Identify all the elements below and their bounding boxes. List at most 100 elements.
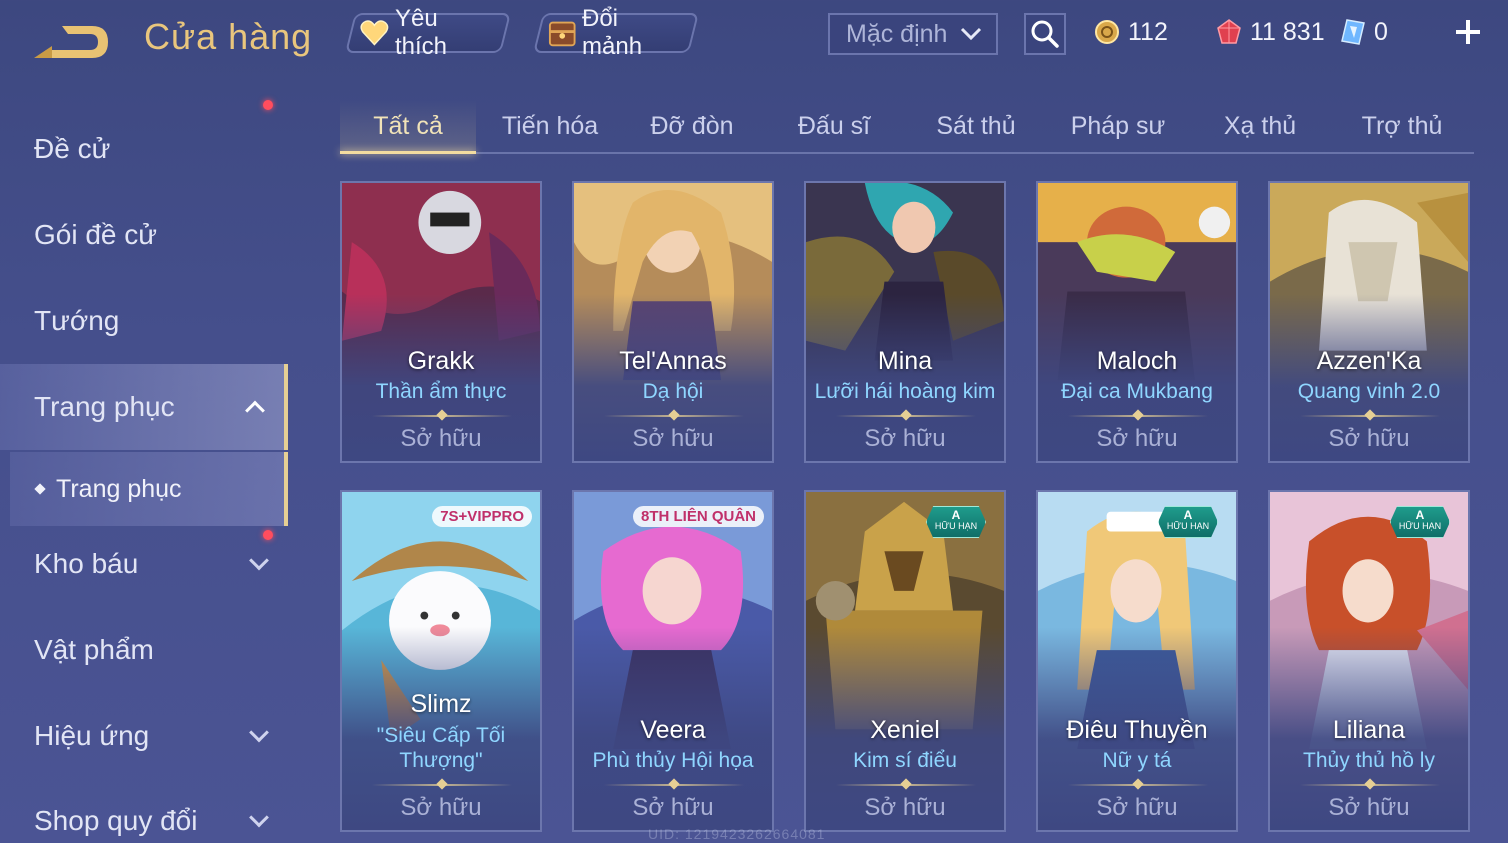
token-balance: 0 (1340, 14, 1388, 50)
exchange-shards-button[interactable]: Đổi mảnh (533, 5, 699, 60)
add-currency-button[interactable] (1450, 12, 1486, 52)
skin-card[interactable]: A HỮU HẠN Liliana Thủy thủ hồ ly Sở hữu (1268, 490, 1470, 832)
sidebar-item-recommended[interactable]: Đề cử (0, 114, 288, 184)
owned-status: Sở hữu (1328, 425, 1410, 452)
hero-name: Điêu Thuyền (1066, 716, 1208, 744)
sidebar-item-label: Vật phẩm (34, 634, 154, 665)
skin-name: Thủy thủ hồ ly (1303, 749, 1435, 772)
back-button[interactable] (32, 20, 112, 64)
sidebar-item-treasure[interactable]: Kho báu (0, 529, 288, 599)
sidebar-item-label: Đề cử (34, 133, 111, 164)
chevron-down-icon (249, 807, 269, 828)
hero-name: Tel'Annas (619, 347, 727, 375)
sidebar-item-recommended-packs[interactable]: Gói đề cử (0, 100, 288, 270)
sidebar-item-heroes[interactable]: Tướng (0, 286, 288, 356)
ruby-balance: 11 831 (1216, 14, 1325, 50)
sidebar-subitem-label: Trang phục (56, 474, 182, 503)
limited-badge: A HỮU HẠN (1158, 506, 1218, 538)
tab-all[interactable]: Tất cả (340, 100, 476, 154)
divider (1068, 415, 1208, 417)
skin-card[interactable]: Azzen'Ka Quang vinh 2.0 Sở hữu (1268, 181, 1470, 463)
owned-status: Sở hữu (400, 425, 482, 452)
event-tag: 8TH LIÊN QUÂN (632, 506, 764, 527)
tab-evolution[interactable]: Tiến hóa (482, 100, 618, 152)
sidebar-item-effects[interactable]: Hiệu ứng (0, 701, 288, 771)
sort-value: Mặc định (846, 19, 948, 48)
sidebar-item-label: Shop quy đổi (34, 805, 198, 836)
divider (1300, 784, 1440, 786)
sidebar-item-label: Tướng (34, 305, 120, 336)
hero-name: Maloch (1096, 347, 1178, 375)
sidebar-item-label: Trang phục (34, 391, 175, 422)
skin-card[interactable]: Tel'Annas Dạ hội Sở hữu (572, 181, 774, 463)
skin-name: Nữ y tá (1102, 749, 1172, 772)
tab-mage[interactable]: Pháp sư (1050, 100, 1186, 152)
skin-card[interactable]: Mina Lưỡi hái hoàng kim Sở hữu (804, 181, 1006, 463)
skin-card[interactable]: 8TH LIÊN QUÂN Veera Phù thủy Hội họa Sở … (572, 490, 774, 832)
skin-card[interactable]: A HỮU HẠN Xeniel Kim sí điểu Sở hữu (804, 490, 1006, 832)
gold-balance: 112 (1094, 14, 1168, 50)
search-icon (1031, 20, 1059, 48)
owned-status: Sở hữu (1096, 794, 1178, 821)
skin-card[interactable]: 7S+VIPPRO Slimz "Siêu Cấp Tối Thượng" Sở… (340, 490, 542, 832)
skin-name: Dạ hội (642, 380, 704, 403)
ruby-gem-icon (1217, 19, 1241, 44)
skin-card[interactable]: Grakk Thần ẩm thực Sở hữu (340, 181, 542, 463)
owned-status: Sở hữu (864, 425, 946, 452)
gold-amount: 112 (1128, 17, 1168, 46)
sidebar-item-label: Hiệu ứng (34, 720, 150, 751)
sidebar-item-skins[interactable]: Trang phục (0, 364, 288, 450)
skin-card[interactable]: A HỮU HẠN Điêu Thuyền Nữ y tá Sở hữu (1036, 490, 1238, 832)
owned-status: Sở hữu (1328, 794, 1410, 821)
hero-name: Slimz (410, 690, 472, 718)
event-tag: 7S+VIPPRO (432, 506, 532, 527)
sidebar-item-items[interactable]: Vật phẩm (0, 615, 288, 685)
tab-fighter[interactable]: Đấu sĩ (766, 100, 902, 152)
search-button[interactable] (1024, 13, 1066, 55)
hero-name: Xeniel (870, 716, 940, 744)
hero-name: Mina (877, 347, 933, 375)
owned-status: Sở hữu (1096, 425, 1178, 452)
divider (604, 415, 744, 417)
treasure-chest-icon (548, 21, 576, 47)
sort-dropdown[interactable]: Mặc định (828, 13, 998, 55)
bullet-diamond-icon (34, 483, 46, 495)
owned-status: Sở hữu (632, 425, 714, 452)
tab-tank[interactable]: Đỡ đòn (624, 100, 760, 152)
sidebar-subitem-skins[interactable]: Trang phục (10, 452, 288, 526)
divider (604, 784, 744, 786)
chevron-down-icon (249, 550, 269, 571)
favorite-label: Yêu thích (394, 5, 447, 60)
owned-status: Sở hữu (864, 794, 946, 821)
favorite-button[interactable]: Yêu thích (345, 5, 511, 60)
tab-assassin[interactable]: Sát thủ (908, 100, 1044, 152)
hero-name: Veera (640, 716, 706, 744)
skin-name: Quang vinh 2.0 (1297, 380, 1441, 403)
limited-badge: A HỮU HẠN (926, 506, 986, 538)
skin-name: "Siêu Cấp Tối Thượng" (376, 724, 506, 772)
gold-coin-icon (1095, 20, 1119, 44)
notification-dot (263, 530, 273, 540)
divider (836, 415, 976, 417)
skin-card[interactable]: Maloch Đại ca Mukbang Sở hữu (1036, 181, 1238, 463)
token-amount: 0 (1374, 17, 1388, 46)
chevron-up-icon (245, 400, 265, 421)
exchange-label: Đổi mảnh (582, 5, 643, 60)
user-id-watermark: UID: 1219423262664081 (648, 826, 826, 842)
top-bar: Cửa hàng Yêu thích Đổi mảnh Mặc định 112… (0, 0, 1508, 72)
tab-support[interactable]: Trợ thủ (1334, 100, 1470, 152)
limited-badge: A HỮU HẠN (1390, 506, 1450, 538)
tab-marksman[interactable]: Xạ thủ (1192, 100, 1328, 152)
skin-name: Lưỡi hái hoàng kim (814, 380, 996, 403)
divider (372, 415, 512, 417)
crystal-card-icon (1341, 19, 1365, 45)
page-title: Cửa hàng (144, 16, 313, 57)
plus-icon (1456, 20, 1480, 44)
skin-name: Thần ẩm thực (375, 380, 507, 403)
category-tabs: Tất cả Tiến hóa Đỡ đòn Đấu sĩ Sát thủ Ph… (340, 100, 1474, 154)
back-arrow-icon (34, 26, 108, 58)
heart-icon (360, 20, 389, 46)
sidebar-item-exchange-shop[interactable]: Shop quy đổi (0, 786, 288, 843)
owned-status: Sở hữu (400, 794, 482, 821)
skin-name: Đại ca Mukbang (1061, 380, 1213, 403)
